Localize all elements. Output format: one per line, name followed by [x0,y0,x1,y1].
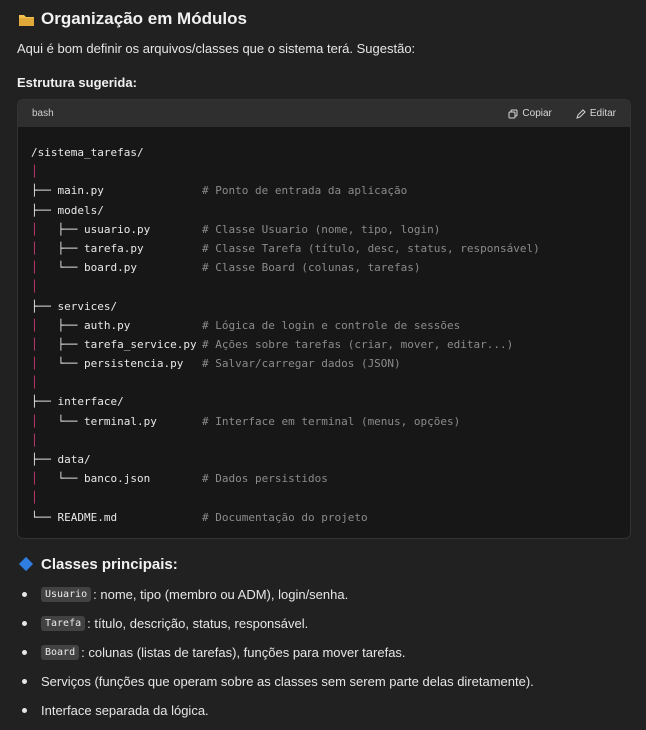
code-line: │ ├── tarefa.py # Classe Tarefa (título, … [31,239,630,258]
code-line-path: │ └── board.py [31,261,137,275]
inline-code: Board [41,645,80,660]
copy-label: Copiar [522,108,552,119]
code-line-path: │ [31,280,38,294]
code-line: │ [31,277,630,296]
code-line: │ [31,162,630,181]
code-line-path: ├── main.py [31,184,104,198]
code-line-comment: # Salvar/carregar dados (JSON) [202,357,401,371]
code-line: ├── interface/ [31,392,630,411]
code-line-path: │ └── banco.json [31,472,151,486]
section-heading-text: Organização em Módulos [41,9,247,28]
code-line: │ └── persistencia.py # Salvar/carregar d… [31,354,630,373]
code-line: │ ├── tarefa_service.py # Ações sobre tar… [31,335,630,354]
list-item-text: : colunas (listas de tarefas), funções p… [81,645,406,660]
code-line: └── README.md # Documentação do projeto [31,508,630,527]
code-line-path: │ [31,165,38,179]
code-line: │ ├── auth.py # Lógica de login e control… [31,316,630,335]
copy-icon [508,109,518,118]
list-item: Board: colunas (listas de tarefas), funç… [0,638,646,667]
blue-diamond-icon [18,556,34,572]
code-line-path: │ └── terminal.py [31,414,157,428]
code-line-path: ├── services/ [31,299,118,313]
structure-subheading: Estrutura sugerida: [17,75,137,90]
code-block-header: bash Copiar Editar [18,100,630,127]
copy-button[interactable]: Copiar [508,108,552,119]
code-language: bash [32,108,54,119]
bullet-dot [22,621,27,626]
classes-heading-text: Classes principais: [41,555,178,573]
code-line: │ └── banco.json # Dados persistidos [31,469,630,488]
code-line-comment: # Classe Board (colunas, tarefas) [202,261,421,275]
code-line-comment: # Documentação do projeto [202,510,368,524]
list-item: Interface separada da lógica. [0,696,646,725]
code-line-path: │ [31,433,38,447]
list-item-text: Interface separada da lógica. [41,703,209,718]
bullet-dot [22,592,27,597]
code-line-path: ├── models/ [31,203,104,217]
code-line-comment: # Ponto de entrada da aplicação [202,184,408,198]
section-heading: Organização em Módulos [18,8,247,30]
code-content: /sistema_tarefas/ │ ├── main.py # Ponto de … [18,127,630,527]
code-line: ├── services/ [31,297,630,316]
code-line-comment: # Classe Usuario (nome, tipo, login) [202,222,441,236]
bullet-dot [22,708,27,713]
code-line: │ └── board.py # Classe Board (colunas, t… [31,258,630,277]
code-line: ├── models/ [31,201,630,220]
code-line-comment: # Dados persistidos [202,472,328,486]
code-line: │ [31,488,630,507]
pencil-icon [576,108,586,119]
code-line-path: ├── data/ [31,453,91,466]
code-line: │ └── terminal.py # Interface em terminal… [31,412,630,431]
code-line: /sistema_tarefas/ [31,143,630,162]
classes-list: Usuario: nome, tipo (membro ou ADM), log… [0,580,646,725]
code-line-comment: # Interface em terminal (menus, opções) [202,414,461,428]
code-line-path: │ ├── usuario.py [31,222,151,236]
code-line: ├── main.py # Ponto de entrada da aplicaç… [31,181,630,200]
inline-code: Tarefa [41,616,86,631]
code-line-path: /sistema_tarefas/ [31,146,144,159]
code-line-comment: # Classe Tarefa (título, desc, status, r… [202,241,540,255]
intro-text: Aqui é bom definir os arquivos/classes q… [17,41,416,56]
bullet-dot [22,650,27,655]
bullet-dot [22,679,27,684]
edit-label: Editar [589,108,616,119]
inline-code: Usuario [41,587,92,602]
code-line-path: └── README.md [31,510,118,524]
code-line-path: │ [31,376,38,390]
list-item-text: : título, descrição, status, responsável… [87,616,309,631]
code-line: ├── data/ [31,450,630,469]
list-item-text: : nome, tipo (membro ou ADM), login/senh… [93,587,349,602]
code-line: │ [31,431,630,450]
code-line-path: │ ├── tarefa_service.py [31,337,197,351]
list-item: Usuario: nome, tipo (membro ou ADM), log… [0,580,646,609]
code-line-comment: # Ações sobre tarefas (criar, mover, edi… [202,337,514,351]
code-line-path: │ ├── auth.py [31,318,131,332]
code-block: bash Copiar Editar /sistema_tarefas/ │ ├──… [17,99,631,539]
list-item: Serviços (funções que operam sobre as cl… [0,667,646,696]
code-line: │ [31,373,630,392]
code-line-path: │ ├── tarefa.py [31,241,144,255]
list-item: Tarefa: título, descrição, status, respo… [0,609,646,638]
edit-button[interactable]: Editar [576,108,616,119]
code-line-path: ├── interface/ [31,395,124,409]
classes-heading: Classes principais: [18,553,178,575]
code-line-path: │ [31,491,38,505]
code-line-comment: # Lógica de login e controle de sessões [202,318,461,332]
list-item-text: Serviços (funções que operam sobre as cl… [41,674,534,689]
code-line: │ ├── usuario.py # Classe Usuario (nome, … [31,220,630,239]
code-line-path: │ └── persistencia.py [31,357,184,371]
folder-icon [18,12,35,26]
